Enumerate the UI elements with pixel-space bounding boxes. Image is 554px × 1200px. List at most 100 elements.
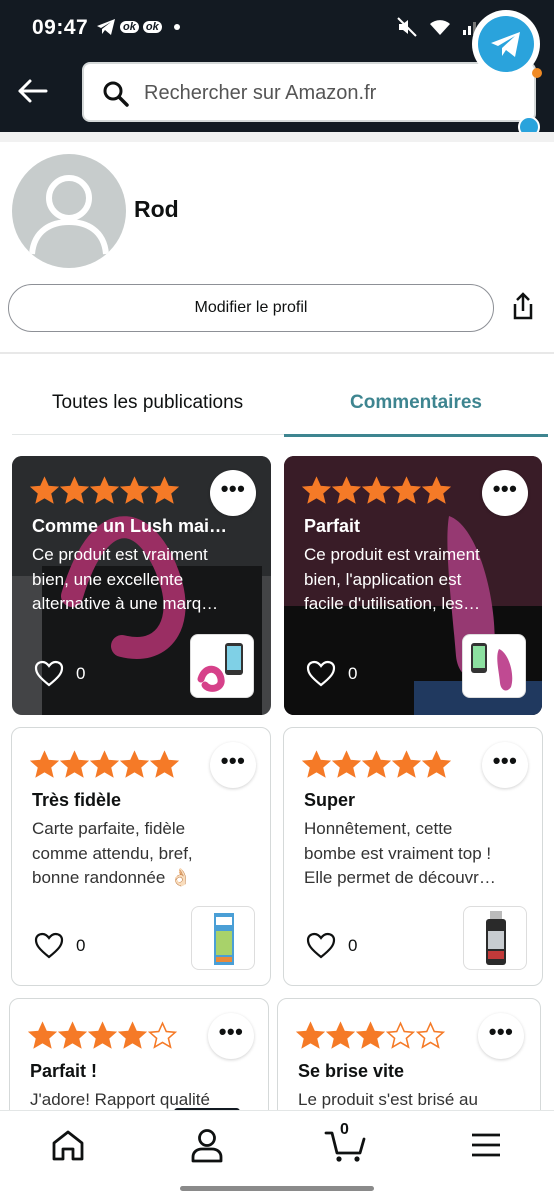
nav-menu[interactable] (464, 1127, 508, 1163)
app-header: Rechercher sur Amazon.fr (0, 58, 554, 132)
product-thumbnail[interactable] (463, 906, 527, 970)
more-options-button[interactable]: ••• (210, 742, 256, 788)
share-button[interactable] (500, 284, 546, 330)
avatar[interactable] (12, 154, 126, 268)
more-options-button[interactable]: ••• (478, 1013, 524, 1059)
like-count: 0 (76, 664, 86, 683)
more-options-button[interactable]: ••• (208, 1013, 254, 1059)
star-filled-icon (362, 476, 391, 504)
star-filled-icon (332, 750, 361, 778)
more-options-button[interactable]: ••• (482, 470, 528, 516)
star-filled-icon (332, 476, 361, 504)
nav-home[interactable] (46, 1127, 90, 1163)
search-input[interactable]: Rechercher sur Amazon.fr (144, 82, 376, 105)
review-card[interactable]: ••• Super Honnêtement, cette bombe est v… (283, 727, 543, 986)
back-arrow-icon[interactable] (14, 72, 52, 110)
like-count: 0 (348, 664, 358, 683)
review-title: Se brise vite (298, 1061, 405, 1081)
review-body: Le produit s'est brisé au (298, 1088, 526, 1113)
star-filled-icon (60, 476, 89, 504)
star-filled-icon (392, 750, 421, 778)
star-rating (296, 1021, 445, 1049)
like-count: 0 (348, 936, 358, 955)
telegram-chat-head[interactable] (472, 10, 540, 78)
wifi-icon (430, 20, 450, 35)
nav-profile[interactable] (185, 1127, 229, 1163)
star-filled-icon (362, 750, 391, 778)
telegram-notification-icon (97, 19, 115, 35)
review-body-line: Honnêtement, cette (304, 819, 453, 838)
star-filled-icon (30, 750, 59, 778)
more-notifications-dot (173, 24, 180, 30)
share-icon (513, 292, 533, 320)
star-filled-icon (302, 476, 331, 504)
review-card[interactable]: ••• Très fidèle Carte parfaite, fidèle c… (11, 727, 271, 986)
review-body-line: Ce produit est vraiment (304, 545, 480, 564)
star-filled-icon (30, 476, 59, 504)
review-body: Honnêtement, cette bombe est vraiment to… (304, 817, 534, 891)
cart-count: 0 (340, 1121, 349, 1138)
review-card[interactable]: ••• Comme un Lush mai… Ce produit est vr… (12, 456, 271, 715)
review-body-line: bombe est vraiment top ! (304, 843, 492, 863)
heart-icon[interactable] (34, 932, 64, 960)
heart-icon[interactable] (306, 932, 336, 960)
ok-badge: ok (120, 21, 139, 33)
more-options-button[interactable]: ••• (210, 470, 256, 516)
star-rating (302, 476, 451, 504)
like-row: 0 (34, 932, 85, 960)
product-thumbnail[interactable] (190, 634, 254, 698)
like-row: 0 (306, 932, 357, 960)
tab-all-posts[interactable]: Toutes les publications (52, 392, 243, 414)
active-tab-indicator (284, 434, 548, 437)
review-body-line: bonne randonnée 👌🏻 (32, 868, 192, 887)
search-bar[interactable]: Rechercher sur Amazon.fr (82, 62, 536, 122)
heart-icon[interactable] (306, 660, 336, 688)
notification-icons: ok ok (96, 18, 180, 36)
review-body-line: Le produit s'est brisé au (298, 1090, 478, 1109)
review-card[interactable]: ••• Parfait Ce produit est vraiment bien… (284, 456, 542, 715)
screen: 09:47 ok ok 78 Rechercher sur Amazon.fr (0, 0, 554, 1200)
product-thumbnail[interactable] (462, 634, 526, 698)
mute-icon (397, 17, 417, 37)
status-bar: 09:47 ok ok 78 (0, 0, 554, 58)
home-icon (52, 1130, 84, 1161)
review-body: Ce produit est vraiment bien, l'applicat… (304, 543, 532, 617)
more-options-button[interactable]: ••• (482, 742, 528, 788)
tab-comments[interactable]: Commentaires (350, 392, 482, 414)
like-count: 0 (76, 936, 86, 955)
review-title: Comme un Lush mai… (32, 516, 228, 536)
review-title: Très fidèle (32, 790, 122, 810)
star-filled-icon (58, 1021, 87, 1049)
star-filled-icon (150, 476, 179, 504)
review-body-line: bien, l'application est (304, 569, 462, 589)
star-empty-icon (386, 1021, 415, 1049)
star-filled-icon (422, 476, 451, 504)
star-filled-icon (422, 750, 451, 778)
review-title: Parfait (304, 516, 361, 536)
search-icon (103, 81, 129, 107)
star-filled-icon (120, 476, 149, 504)
notification-dot (532, 68, 542, 78)
profile-icon (191, 1129, 223, 1163)
telegram-icon (478, 16, 534, 72)
star-filled-icon (118, 1021, 147, 1049)
star-rating (28, 1021, 177, 1049)
nav-cart[interactable]: 0 (324, 1121, 368, 1163)
ok-badge: ok (142, 21, 162, 33)
star-filled-icon (302, 750, 331, 778)
review-body-line: alternative à une marq… (32, 594, 219, 613)
star-rating (30, 476, 179, 504)
review-title: Super (304, 790, 356, 810)
heart-icon[interactable] (34, 660, 64, 688)
review-body: Carte parfaite, fidèle comme attendu, br… (32, 817, 260, 891)
like-row: 0 (34, 660, 85, 688)
section-divider (0, 352, 554, 354)
review-body-line: Elle permet de découvr… (304, 868, 496, 887)
menu-icon (472, 1133, 500, 1157)
star-filled-icon (28, 1021, 57, 1049)
product-thumbnail[interactable] (191, 906, 255, 970)
like-row: 0 (306, 660, 357, 688)
edit-profile-button[interactable]: Modifier le profil (8, 284, 494, 332)
star-filled-icon (90, 476, 119, 504)
star-rating (30, 750, 179, 778)
